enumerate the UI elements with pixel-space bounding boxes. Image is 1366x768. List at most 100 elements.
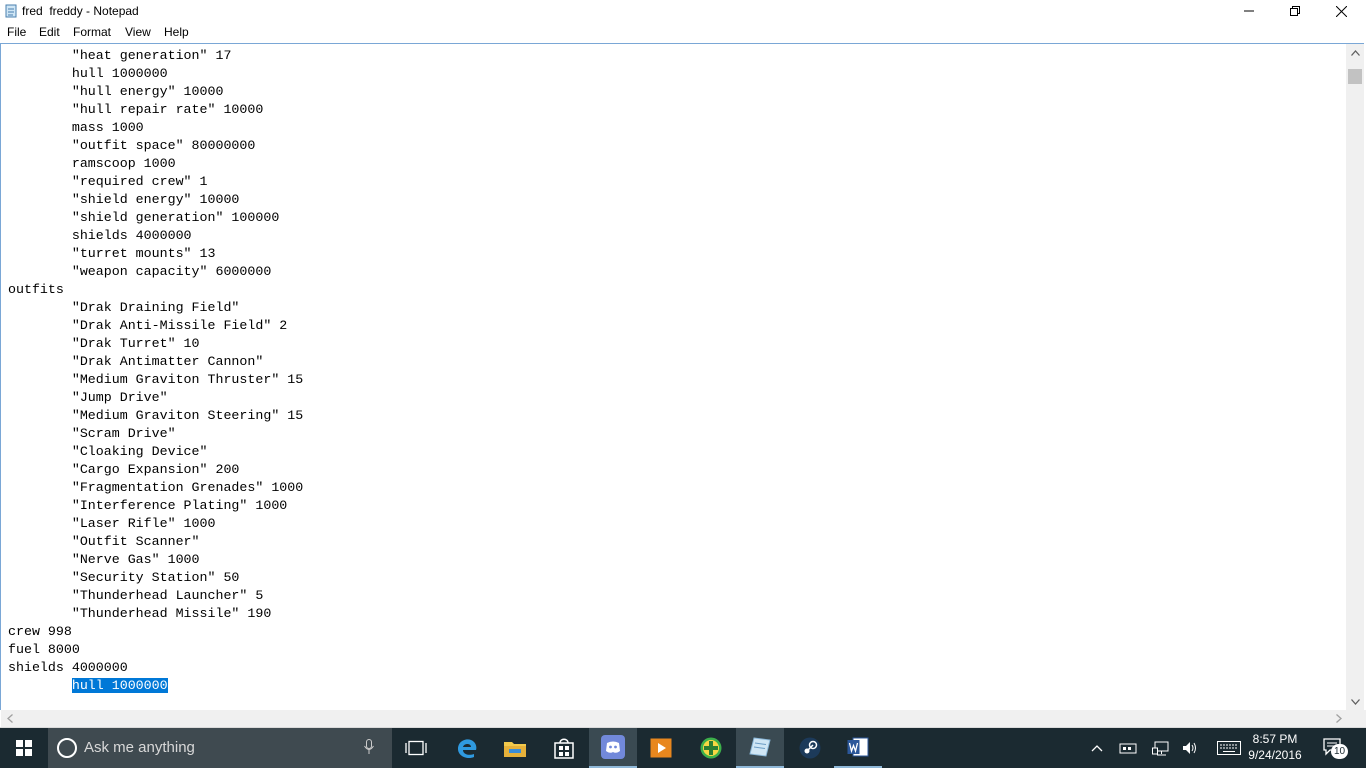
close-icon <box>1335 5 1347 17</box>
menu-view[interactable]: View <box>125 25 151 39</box>
plus-app-icon <box>700 737 722 759</box>
line-31: "Thunderhead Launcher" 5 <box>8 588 264 603</box>
restore-button[interactable] <box>1272 0 1318 22</box>
search-box[interactable]: Ask me anything <box>48 728 392 768</box>
task-view-icon <box>405 740 427 756</box>
menu-file[interactable]: File <box>7 25 26 39</box>
windows-logo-icon <box>16 740 32 756</box>
tray-network[interactable] <box>1152 740 1170 756</box>
line-14: outfits <box>8 282 64 297</box>
line-3: "hull energy" 10000 <box>8 84 224 99</box>
chevron-down-icon <box>1350 698 1360 705</box>
line-5: mass 1000 <box>8 120 144 135</box>
tray-volume[interactable] <box>1182 740 1200 756</box>
scrollbar-corner <box>1347 710 1366 727</box>
store-button[interactable] <box>540 728 588 768</box>
line-35: shields 4000000 <box>8 660 128 675</box>
line-8: "required crew" 1 <box>8 174 208 189</box>
line-10: "shield generation" 100000 <box>8 210 280 225</box>
line-19: "Medium Graviton Thruster" 15 <box>8 372 304 387</box>
menu-edit[interactable]: Edit <box>39 25 60 39</box>
media-player-button[interactable] <box>637 728 685 768</box>
clock-time: 8:57 PM <box>1252 732 1298 746</box>
show-hidden-icons-button[interactable] <box>1088 740 1106 756</box>
line-33: crew 998 <box>8 624 72 639</box>
line-26: "Interference Plating" 1000 <box>8 498 288 513</box>
text-editor[interactable]: "heat generation" 17 hull 1000000 "hull … <box>0 43 1364 710</box>
edge-icon <box>458 739 477 759</box>
plus-app-button[interactable] <box>687 728 735 768</box>
network-icon <box>1152 741 1169 755</box>
close-button[interactable] <box>1318 0 1364 22</box>
steam-icon <box>799 737 821 759</box>
chevron-up-icon <box>1350 49 1360 56</box>
line-20: "Jump Drive" <box>8 390 168 405</box>
scroll-up-button[interactable] <box>1346 44 1364 61</box>
taskbar: Ask me anything 8:57 PM 9/24/2016 10 <box>0 728 1366 768</box>
line-32: "Thunderhead Missile" 190 <box>8 606 272 621</box>
notepad-taskbar-button[interactable] <box>736 728 784 768</box>
line-6: "outfit space" 80000000 <box>8 138 256 153</box>
microphone-icon[interactable] <box>364 739 374 755</box>
notepad-icon <box>749 737 771 757</box>
menu-bar: File Edit Format View Help <box>0 23 1366 42</box>
file-explorer-button[interactable] <box>491 728 539 768</box>
notification-badge: 10 <box>1331 744 1348 759</box>
edge-button[interactable] <box>443 728 491 768</box>
word-icon <box>847 737 869 757</box>
menu-help[interactable]: Help <box>164 25 189 39</box>
clock-date: 9/24/2016 <box>1248 748 1302 762</box>
menu-format[interactable]: Format <box>73 25 111 39</box>
scroll-down-button[interactable] <box>1346 693 1364 710</box>
tray-keyboard[interactable] <box>1217 740 1241 756</box>
file-explorer-icon <box>504 742 526 757</box>
line-34: fuel 8000 <box>8 642 80 657</box>
action-center-button[interactable]: 10 <box>1322 736 1348 760</box>
line-29: "Nerve Gas" 1000 <box>8 552 200 567</box>
line-21: "Medium Graviton Steering" 15 <box>8 408 304 423</box>
minimize-icon <box>1244 10 1254 12</box>
line-4: "hull repair rate" 10000 <box>8 102 264 117</box>
tray-device[interactable] <box>1119 740 1137 756</box>
line-7: ramscoop 1000 <box>8 156 176 171</box>
task-view-button[interactable] <box>392 728 440 768</box>
line-27: "Laser Rifle" 1000 <box>8 516 216 531</box>
volume-icon <box>1183 742 1196 754</box>
line-15: "Drak Draining Field" <box>8 300 240 315</box>
discord-button[interactable] <box>589 728 637 768</box>
line-12: "turret mounts" 13 <box>8 246 216 261</box>
restore-icon <box>1290 6 1300 16</box>
line-24: "Cargo Expansion" 200 <box>8 462 240 477</box>
text-content[interactable]: "heat generation" 17 hull 1000000 "hull … <box>8 47 1344 707</box>
start-button[interactable] <box>0 728 48 768</box>
vertical-scrollbar[interactable] <box>1346 44 1364 710</box>
line-2: hull 1000000 <box>8 66 168 81</box>
scroll-left-button[interactable] <box>1 710 18 727</box>
clock[interactable]: 8:57 PM 9/24/2016 <box>1240 731 1310 763</box>
line-16: "Drak Anti-Missile Field" 2 <box>8 318 288 333</box>
line-9: "shield energy" 10000 <box>8 192 240 207</box>
chevron-left-icon <box>6 714 13 723</box>
scroll-right-button[interactable] <box>1330 710 1347 727</box>
word-button[interactable] <box>834 728 882 768</box>
chevron-up-icon <box>1091 745 1103 752</box>
cortana-icon <box>57 738 77 758</box>
network-device-icon <box>1119 743 1137 754</box>
horizontal-scrollbar[interactable] <box>1 710 1347 727</box>
line-18: "Drak Antimatter Cannon" <box>8 354 264 369</box>
media-player-icon <box>650 738 672 758</box>
window-title: fred freddy - Notepad <box>22 4 139 18</box>
title-bar: fred freddy - Notepad <box>0 0 1366 22</box>
search-placeholder: Ask me anything <box>84 739 195 756</box>
store-icon <box>554 738 574 759</box>
minimize-button[interactable] <box>1226 0 1272 22</box>
line-1: "heat generation" 17 <box>8 48 232 63</box>
steam-button[interactable] <box>786 728 834 768</box>
scroll-thumb[interactable] <box>1348 69 1362 84</box>
notepad-icon <box>5 4 17 18</box>
line-30: "Security Station" 50 <box>8 570 240 585</box>
discord-icon <box>601 735 625 759</box>
line-17: "Drak Turret" 10 <box>8 336 200 351</box>
selected-line: hull 1000000 <box>8 677 1344 695</box>
